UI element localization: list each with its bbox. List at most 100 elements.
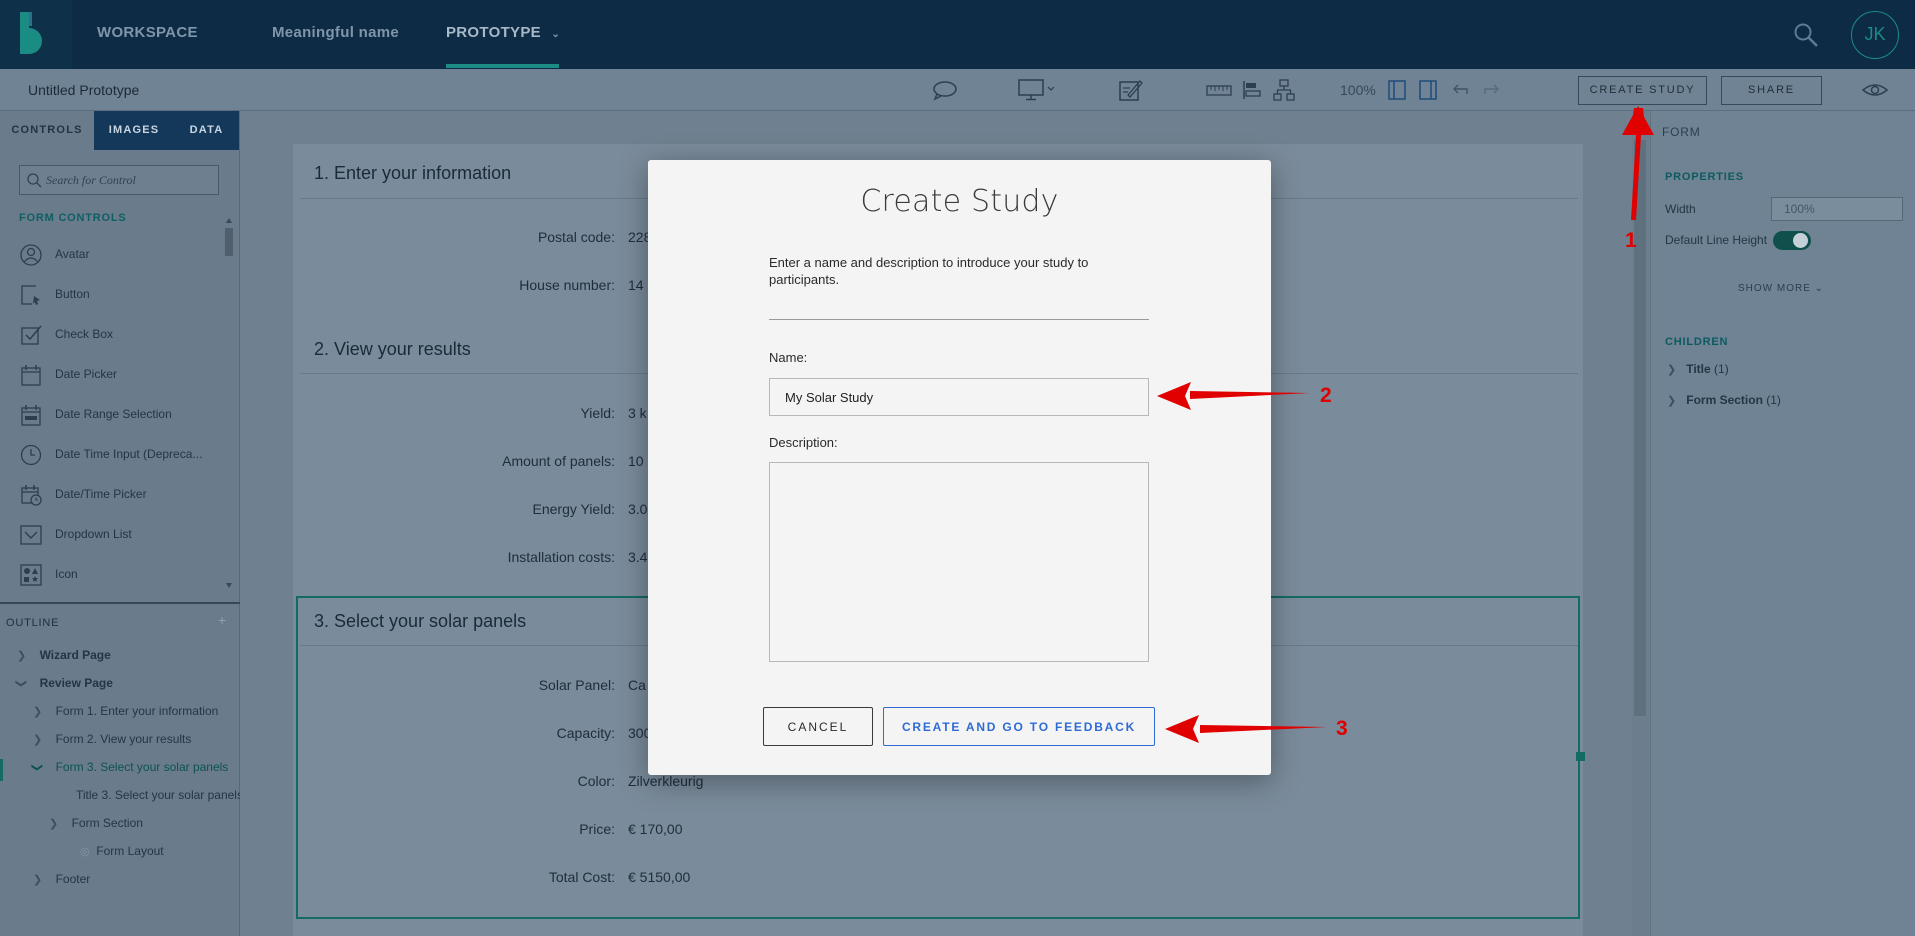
preview-eye-icon[interactable] — [1861, 79, 1889, 101]
outline-item-label: Footer — [55, 872, 91, 886]
section-title[interactable]: 2. View your results — [314, 339, 471, 360]
calendar-icon — [21, 365, 41, 386]
hidden-eye-icon: ◎ — [80, 846, 90, 858]
outline-selection-indicator — [0, 759, 3, 781]
outline-item-form-2[interactable]: ❯ Form 2. View your results — [33, 732, 191, 752]
edit-notes-icon[interactable] — [1118, 79, 1144, 101]
outline-item-form-section[interactable]: ❯ Form Section — [49, 816, 143, 836]
create-study-button[interactable]: CREATE STUDY — [1578, 76, 1707, 105]
properties-heading: PROPERTIES — [1665, 171, 1744, 183]
create-and-go-to-feedback-button[interactable]: CREATE AND GO TO FEEDBACK — [883, 707, 1155, 746]
field-value: Zilverkleurig — [628, 773, 704, 789]
outline-item-label: Form 3. Select your solar panels — [55, 760, 229, 774]
control-label: Avatar — [55, 247, 90, 261]
search-icon[interactable] — [1793, 22, 1819, 48]
left-panel-toggle-icon[interactable] — [1387, 79, 1407, 101]
search-icon — [27, 173, 42, 188]
user-avatar[interactable]: JK — [1851, 11, 1899, 59]
control-label: Date Time Input (Depreca... — [55, 447, 203, 461]
control-label: Check Box — [55, 327, 114, 341]
control-label: Icon — [55, 567, 78, 581]
child-label: Form Section — [1686, 393, 1763, 407]
add-icon[interactable]: + — [218, 612, 226, 628]
field-label: Price: — [579, 821, 615, 837]
resize-handle[interactable] — [1576, 752, 1585, 761]
controls-scrollbar-thumb[interactable] — [225, 228, 233, 256]
controls-scrollbar[interactable] — [224, 213, 234, 593]
control-item-dropdown[interactable]: Dropdown List — [14, 515, 224, 555]
field-value: Ca — [628, 677, 646, 693]
dialog-divider — [769, 319, 1149, 320]
outline-item-label: Form Layout — [96, 844, 164, 858]
field-label: Color: — [577, 773, 615, 789]
nav-prototype[interactable]: PROTOTYPE ⌄ — [446, 0, 560, 69]
nav-workspace[interactable]: WORKSPACE — [97, 0, 198, 69]
tab-data[interactable]: DATA — [174, 111, 239, 150]
section-title[interactable]: 1. Enter your information — [314, 163, 511, 184]
annotation-number-3: 3 — [1336, 717, 1348, 740]
chevron-right-icon: ❯ — [49, 818, 59, 830]
tab-controls[interactable]: CONTROLS — [0, 111, 94, 150]
control-item-date-time-picker[interactable]: Date/Time Picker — [14, 475, 224, 515]
width-input[interactable]: 100% — [1771, 197, 1903, 221]
zoom-level[interactable]: 100% — [1340, 69, 1376, 111]
device-desktop-icon[interactable] — [1018, 79, 1056, 101]
outline-item-form-3[interactable]: ❯ Form 3. Select your solar panels — [31, 760, 229, 780]
control-item-date-picker[interactable]: Date Picker — [14, 355, 224, 395]
outline-item-review-page[interactable]: ❯ Review Page — [15, 676, 113, 696]
outline-item-title-3[interactable]: Title 3. Select your solar panels — [76, 788, 243, 808]
tab-images[interactable]: IMAGES — [94, 111, 174, 150]
hierarchy-icon[interactable] — [1273, 79, 1295, 101]
child-count: (1) — [1714, 362, 1729, 376]
control-label: Dropdown List — [55, 527, 132, 541]
section-title[interactable]: 3. Select your solar panels — [314, 611, 526, 632]
control-item-button[interactable]: Button — [14, 275, 224, 315]
control-item-date-range[interactable]: Date Range Selection — [14, 395, 224, 435]
show-more-label: SHOW MORE — [1738, 283, 1811, 294]
clock-icon — [20, 444, 42, 466]
field-value: 3.4 — [628, 549, 648, 565]
control-label: Date Picker — [55, 367, 118, 381]
panel-divider[interactable] — [0, 602, 240, 604]
outline-item-form-layout[interactable]: ◎ Form Layout — [80, 844, 164, 864]
study-description-input[interactable] — [769, 462, 1149, 662]
nav-project-name[interactable]: Meaningful name — [272, 0, 399, 69]
shapes-icon — [20, 564, 42, 586]
ruler-icon[interactable] — [1206, 79, 1232, 101]
child-item-form-section[interactable]: ❯ Form Section (1) — [1667, 393, 1781, 407]
canvas-scrollbar-thumb[interactable] — [1634, 140, 1646, 716]
chevron-right-icon: ❯ — [1667, 364, 1677, 376]
field-value: 14 — [628, 277, 644, 293]
control-item-avatar[interactable]: Avatar — [14, 235, 224, 275]
chevron-right-icon: ❯ — [1667, 395, 1677, 407]
outline-item-wizard-page[interactable]: ❯ Wizard Page — [17, 648, 111, 668]
comment-icon[interactable] — [932, 79, 958, 101]
form-controls-heading: FORM CONTROLS — [19, 212, 127, 224]
field-label: Energy Yield: — [532, 501, 616, 517]
child-item-title[interactable]: ❯ Title (1) — [1667, 362, 1729, 376]
undo-icon[interactable] — [1450, 79, 1470, 101]
field-value: € 5150,00 — [628, 869, 691, 885]
control-item-icon[interactable]: Icon — [14, 555, 224, 595]
right-panel-toggle-icon[interactable] — [1418, 79, 1438, 101]
field-label: Yield: — [580, 405, 615, 421]
chevron-down-icon: ⌄ — [551, 29, 561, 40]
document-title[interactable]: Untitled Prototype — [28, 69, 139, 111]
width-label: Width — [1665, 202, 1696, 216]
redo-icon[interactable] — [1482, 79, 1502, 101]
control-item-checkbox[interactable]: Check Box — [14, 315, 224, 355]
show-more-button[interactable]: SHOW MORE ⌄ — [1738, 283, 1824, 294]
logo-container[interactable] — [0, 0, 72, 69]
align-left-icon[interactable] — [1242, 79, 1262, 101]
outline-item-footer[interactable]: ❯ Footer — [33, 872, 90, 892]
cancel-button[interactable]: CANCEL — [763, 707, 873, 746]
share-button[interactable]: SHARE — [1721, 76, 1822, 105]
study-name-input[interactable] — [769, 378, 1149, 416]
annotation-number-1: 1 — [1625, 229, 1637, 252]
outline-item-label: Form Section — [71, 816, 143, 830]
chevron-right-icon: ❯ — [33, 874, 43, 886]
control-search-input[interactable] — [46, 166, 216, 194]
control-item-date-time-input[interactable]: Date Time Input (Depreca... — [14, 435, 224, 475]
outline-item-form-1[interactable]: ❯ Form 1. Enter your information — [33, 704, 218, 724]
field-label: House number: — [519, 277, 615, 293]
